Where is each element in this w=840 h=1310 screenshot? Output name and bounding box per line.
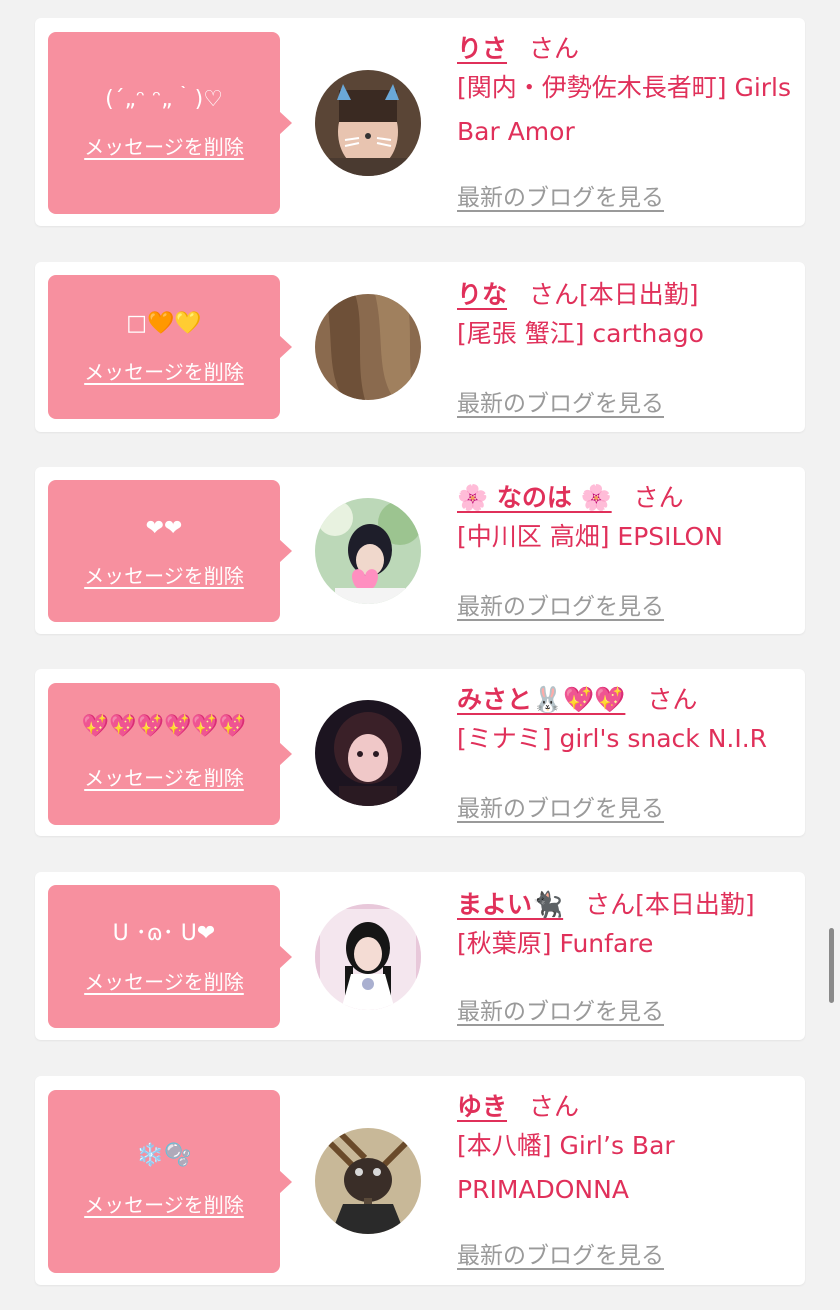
avatar[interactable] — [315, 1128, 421, 1234]
shop-info: [ミナミ] girl's snack N.I.R — [457, 724, 768, 753]
message-card: ❄️🫧 メッセージを削除 ゆき さん [本八幡] Girl’s Bar PRIMA… — [35, 1076, 805, 1285]
avatar[interactable] — [315, 700, 421, 806]
shop-info: [本八幡] Girl’s Bar PRIMADONNA — [457, 1131, 675, 1204]
message-text: U ･ɷ･ U❤ — [112, 921, 216, 946]
message-card: U ･ɷ･ U❤ メッセージを削除 まよい🐈‍⬛ さん[本日出勤] [秋葉原] F… — [35, 872, 805, 1040]
latest-blog-link[interactable]: 最新のブログを見る — [457, 1236, 664, 1270]
delete-message-button[interactable]: メッセージを削除 — [48, 134, 280, 160]
member-name-link[interactable]: 🌸 なのは 🌸 — [457, 483, 612, 512]
shop-info: [中川区 高畑] EPSILON — [457, 522, 723, 551]
message-bubble: (´„ᵔ ᵔ„｀)♡ メッセージを削除 — [48, 32, 292, 214]
member-info: まよい🐈‍⬛ さん[本日出勤] [秋葉原] Funfare — [457, 888, 797, 966]
message-card: ❤❤ メッセージを削除 🌸 なのは 🌸 さん [中川区 高畑] EPSILON 最… — [35, 467, 805, 634]
honorific-label: さん — [529, 280, 580, 309]
delete-message-button[interactable]: メッセージを削除 — [48, 563, 280, 589]
message-bubble: ❤❤ メッセージを削除 — [48, 480, 292, 622]
avatar[interactable] — [315, 498, 421, 604]
member-name-link[interactable]: りさ — [457, 34, 507, 63]
member-info: りな さん[本日出勤] [尾張 蟹江] carthago — [457, 278, 797, 356]
name-line: みさと🐰💖💖 さん — [457, 683, 797, 717]
latest-blog-link[interactable]: 最新のブログを見る — [457, 789, 664, 823]
delete-message-button[interactable]: メッセージを削除 — [48, 1192, 280, 1218]
name-line: ゆき さん — [457, 1090, 797, 1124]
message-card: □🧡💛 メッセージを削除 りな さん[本日出勤] [尾張 蟹江] carthago… — [35, 262, 805, 432]
message-text: (´„ᵔ ᵔ„｀)♡ — [105, 87, 223, 112]
member-info: みさと🐰💖💖 さん [ミナミ] girl's snack N.I.R — [457, 683, 797, 761]
message-bubble: ❄️🫧 メッセージを削除 — [48, 1090, 292, 1273]
shop-info: [関内・伊勢佐木長者町] Girls Bar Amor — [457, 73, 792, 146]
status-badge: [本日出勤] — [579, 280, 699, 309]
avatar[interactable] — [315, 70, 421, 176]
message-text: ❄️🫧 — [136, 1143, 192, 1168]
delete-message-button[interactable]: メッセージを削除 — [48, 969, 280, 995]
honorific-label: さん — [647, 685, 698, 714]
honorific-label: さん — [585, 890, 636, 919]
scrollbar[interactable] — [829, 928, 834, 1003]
latest-blog-link[interactable]: 最新のブログを見る — [457, 384, 664, 418]
message-bubble: 💖💖💖💖💖💖 メッセージを削除 — [48, 683, 292, 825]
honorific-label: さん — [633, 483, 684, 512]
member-name-link[interactable]: みさと🐰💖💖 — [457, 685, 625, 714]
name-line: りな さん[本日出勤] — [457, 278, 797, 312]
shop-info: [秋葉原] Funfare — [457, 929, 654, 958]
member-name-link[interactable]: ゆき — [457, 1092, 507, 1121]
message-text: □🧡💛 — [126, 311, 202, 336]
latest-blog-link[interactable]: 最新のブログを見る — [457, 178, 664, 212]
message-card: 💖💖💖💖💖💖 メッセージを削除 みさと🐰💖💖 さん [ミナミ] girl's sn… — [35, 669, 805, 836]
name-line: 🌸 なのは 🌸 さん — [457, 481, 797, 515]
honorific-label: さん — [529, 34, 580, 63]
member-name-link[interactable]: まよい🐈‍⬛ — [457, 890, 563, 919]
honorific-label: さん — [529, 1092, 580, 1121]
member-info: ゆき さん [本八幡] Girl’s Bar PRIMADONNA — [457, 1090, 797, 1212]
message-text: ❤❤ — [145, 516, 183, 541]
member-name-link[interactable]: りな — [457, 280, 507, 309]
shop-info: [尾張 蟹江] carthago — [457, 319, 704, 348]
name-line: りさ さん — [457, 32, 797, 66]
message-card: (´„ᵔ ᵔ„｀)♡ メッセージを削除 りさ さん [関内・伊勢佐木長者町] Gi… — [35, 18, 805, 226]
avatar[interactable] — [315, 904, 421, 1010]
delete-message-button[interactable]: メッセージを削除 — [48, 359, 280, 385]
avatar[interactable] — [315, 294, 421, 400]
message-bubble: □🧡💛 メッセージを削除 — [48, 275, 292, 419]
member-info: 🌸 なのは 🌸 さん [中川区 高畑] EPSILON — [457, 481, 797, 559]
status-badge: [本日出勤] — [635, 890, 755, 919]
name-line: まよい🐈‍⬛ さん[本日出勤] — [457, 888, 797, 922]
message-text: 💖💖💖💖💖💖 — [81, 714, 247, 739]
latest-blog-link[interactable]: 最新のブログを見る — [457, 992, 664, 1026]
member-info: りさ さん [関内・伊勢佐木長者町] Girls Bar Amor — [457, 32, 797, 154]
latest-blog-link[interactable]: 最新のブログを見る — [457, 587, 664, 621]
delete-message-button[interactable]: メッセージを削除 — [48, 765, 280, 791]
message-bubble: U ･ɷ･ U❤ メッセージを削除 — [48, 885, 292, 1028]
